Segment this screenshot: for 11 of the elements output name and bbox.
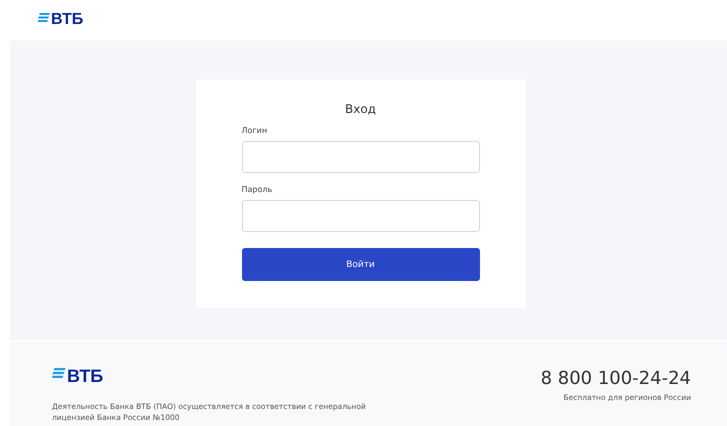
input-field[interactable] — [242, 200, 480, 232]
login-button[interactable]: Войти — [242, 248, 480, 281]
field-label: Пароль — [242, 185, 274, 194]
logo-text: ВТБ — [67, 366, 104, 387]
phone-number: 8 800 100-24-24 — [540, 368, 691, 389]
form-title: Вход — [344, 102, 377, 116]
field-label: Логин — [242, 126, 268, 135]
logo-text: ВТБ — [51, 11, 84, 29]
logo-stripes-icon — [52, 368, 66, 378]
input-field[interactable] — [242, 141, 480, 173]
logo-stripes-icon — [38, 13, 50, 22]
